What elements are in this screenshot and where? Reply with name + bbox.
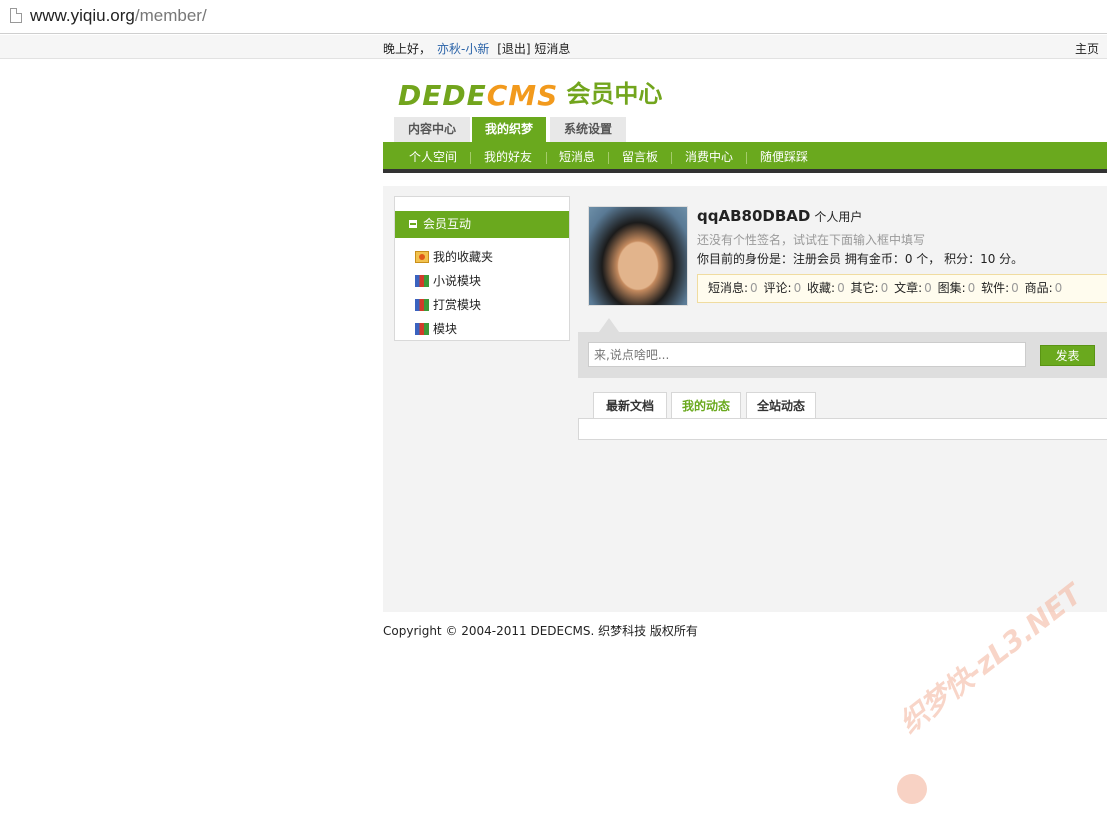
tab-latest-docs[interactable]: 最新文档 [593,392,667,419]
profile-username[interactable]: qqAB80DBAD [697,207,810,225]
avatar[interactable] [588,206,688,306]
stat-software[interactable]: 软件: 0 [981,281,1021,295]
tab-content-center[interactable]: 内容中心 [394,117,470,142]
messages-link[interactable]: 短消息 [534,42,570,56]
logo-title: 会员中心 [566,80,663,108]
logo-cms: CMS [486,79,559,112]
tab-my-activity[interactable]: 我的动态 [671,392,741,419]
sidebar-item-module[interactable]: 模块 [415,320,457,338]
stat-albums[interactable]: 图集: 0 [938,281,978,295]
greeting-area: 晚上好， 亦秋-小新 [退出] 短消息 [383,40,570,57]
sidebar-header[interactable]: 会员互动 [395,211,569,238]
profile-user-type: 个人用户 [814,210,863,224]
logo[interactable]: DEDECMS 会员中心 [398,74,663,112]
stats-bar: 短消息: 0 评论: 0 收藏: 0 其它: 0 文章: 0 图集: 0 软件: 0 商品: 0 [697,274,1107,303]
tab-my-dream[interactable]: 我的织梦 [472,117,546,142]
sidebar-item-reward[interactable]: 打赏模块 [415,296,481,314]
sidebar-item-novel[interactable]: 小说模块 [415,272,481,290]
post-pointer [599,318,619,332]
subnav-personal-space[interactable]: 个人空间 [409,142,457,173]
subnav-random-visit[interactable]: 随便踩踩 [760,142,808,173]
stat-messages[interactable]: 短消息: 0 [708,281,760,295]
subnav-my-friends[interactable]: 我的好友 [484,142,532,173]
post-box: 发表 [578,332,1107,378]
logout-link[interactable]: [退出] [497,42,530,56]
stat-products[interactable]: 商品: 0 [1025,281,1065,295]
sidebar-item-label: 模块 [433,322,458,336]
top-bar: 晚上好， 亦秋-小新 [退出] 短消息 主页 [0,35,1107,59]
collapse-icon[interactable] [409,220,417,228]
stat-articles[interactable]: 文章: 0 [894,281,934,295]
tab-system-settings[interactable]: 系统设置 [550,117,626,142]
sidebar-header-label: 会员互动 [423,217,472,231]
profile-identity: 你目前的身份是：注册会员 拥有金币：0 个， 积分：10 分。 [697,252,1024,266]
username-link[interactable]: 亦秋-小新 [437,42,489,56]
subnav-divider [746,152,747,164]
url-text[interactable]: www.yiqiu.org/member/ [30,6,207,26]
logo-dede: DEDE [398,79,487,112]
sidebar-item-label: 我的收藏夹 [433,250,494,264]
post-input[interactable] [588,342,1026,367]
sidebar-item-label: 小说模块 [433,274,482,288]
subnav-divider [470,152,471,164]
books-icon [415,275,429,287]
books-icon [415,323,429,335]
stat-other[interactable]: 其它: 0 [851,281,891,295]
stat-comments[interactable]: 评论: 0 [764,281,804,295]
home-link[interactable]: 主页 [1075,40,1099,57]
greeting-text: 晚上好， [383,42,432,56]
address-bar[interactable]: www.yiqiu.org/member/ [0,0,1107,34]
footer-copyright: Copyright © 2004-2011 DEDECMS. 织梦科技 版权所有 [383,624,698,638]
subnav-guestbook[interactable]: 留言板 [622,142,658,173]
subnav-divider [671,152,672,164]
tab-site-activity[interactable]: 全站动态 [746,392,816,419]
watermark-logo [897,774,927,804]
subnav-consumption[interactable]: 消费中心 [685,142,733,173]
feed-panel [578,418,1107,440]
subnav-messages[interactable]: 短消息 [559,142,595,173]
profile-name-line: qqAB80DBAD 个人用户 [697,207,862,225]
sidebar-item-label: 打赏模块 [433,298,482,312]
sidebar: 会员互动 我的收藏夹 小说模块 打赏模块 模块 [394,196,570,341]
folder-star-icon [415,251,429,263]
books-icon [415,299,429,311]
subnav-divider [546,152,547,164]
sidebar-item-favorites[interactable]: 我的收藏夹 [415,248,493,266]
page-icon [10,8,22,23]
main-content: 会员互动 我的收藏夹 小说模块 打赏模块 模块 qqAB80DBAD 个人用户 还… [383,186,1107,612]
stat-favorites[interactable]: 收藏: 0 [807,281,847,295]
subnav-divider [608,152,609,164]
sub-nav: 个人空间 我的好友 短消息 留言板 消费中心 随便踩踩 [383,142,1107,173]
post-button[interactable]: 发表 [1040,345,1095,366]
profile-signature: 还没有个性签名，试试在下面输入框中填写 [697,233,926,247]
